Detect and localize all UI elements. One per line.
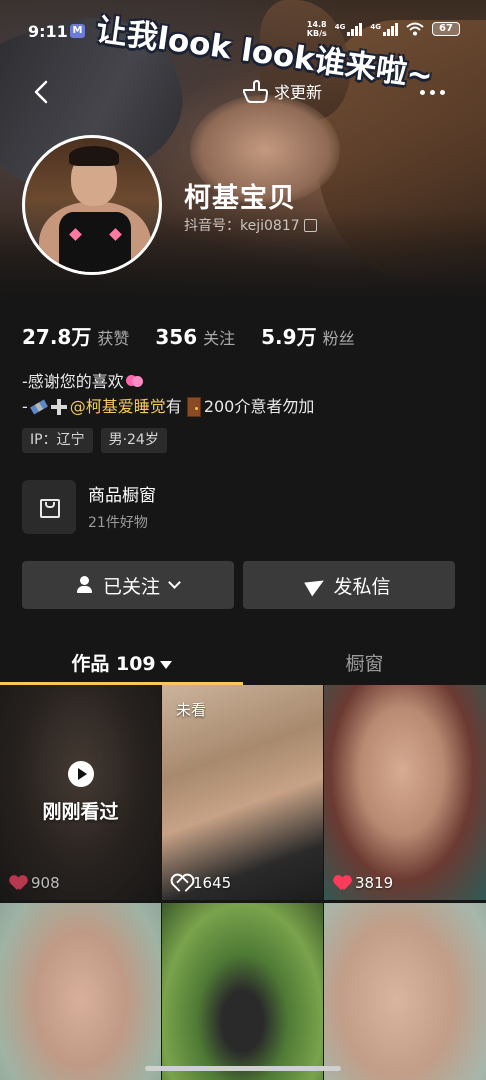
stat-label: 关注: [203, 329, 236, 348]
user-icon: [76, 576, 95, 594]
thumbnail-image: [324, 685, 486, 900]
stat-label: 粉丝: [322, 329, 355, 348]
thumbnail-image: [324, 903, 486, 1080]
shop-subtitle: 21件好物: [88, 514, 148, 531]
bio-text: 200介意者勿加: [203, 397, 315, 416]
chevron-left-icon: [34, 80, 48, 104]
signal-icon-1: 4G: [334, 22, 363, 36]
status-indicators: 14.8 KB/s 4G 4G 67: [307, 20, 460, 38]
status-time: 9:11: [28, 22, 68, 41]
video-thumbnail[interactable]: [324, 903, 486, 1080]
bio-line-1: -感谢您的喜欢: [22, 369, 314, 394]
stat-label: 获赞: [97, 329, 130, 348]
avatar-hair: [69, 146, 119, 166]
stat-likes[interactable]: 27.8万 获赞: [22, 321, 129, 350]
back-button[interactable]: [28, 78, 56, 106]
like-count: 1645: [172, 874, 231, 892]
request-update-label: 求更新: [274, 83, 323, 102]
profile-card: 27.8万 获赞 356 关注 5.9万 粉丝 -感谢您的喜欢 - @柯基爱睡觉…: [0, 297, 486, 1080]
bio-text: 有: [165, 397, 182, 416]
request-update-button[interactable]: 求更新: [240, 76, 322, 106]
video-grid: 刚刚看过 908 未看 1645 3819: [0, 685, 486, 1080]
followed-label: 已关注: [102, 575, 160, 598]
plus-icon: [50, 398, 68, 416]
bio: -感谢您的喜欢 - @柯基爱睡觉 有 200介意者勿加: [22, 369, 314, 419]
mention-link[interactable]: @柯基爱睡觉: [70, 394, 166, 419]
net-speed-value: 14.8: [306, 20, 327, 29]
douyin-id-text: 抖音号：keji0817: [184, 218, 300, 234]
more-dot-icon: [420, 89, 425, 95]
home-indicator[interactable]: [145, 1066, 341, 1071]
just-watched-overlay: 刚刚看过: [0, 761, 161, 824]
status-bar: 9:11 M 14.8 KB/s 4G 4G 67: [0, 0, 486, 41]
video-thumbnail[interactable]: 3819: [324, 685, 486, 900]
ip-location-tag: IP：辽宁: [22, 428, 93, 453]
tab-works-label: 作品 109: [71, 653, 156, 675]
more-dot-icon: [440, 89, 445, 95]
chevron-down-icon: [168, 576, 181, 589]
more-dot-icon: [430, 89, 435, 95]
followed-button[interactable]: 已关注: [22, 561, 234, 609]
triangle-down-icon: [159, 660, 172, 669]
stat-value: 356: [155, 325, 198, 349]
video-thumbnail[interactable]: 未看 1645: [162, 685, 323, 900]
gender-age-tag: 男·24岁: [100, 428, 167, 453]
stat-following[interactable]: 356 关注: [155, 325, 235, 349]
thumbnail-image: [162, 903, 323, 1080]
more-options-button[interactable]: [420, 82, 460, 102]
avatar-tank-top: [59, 212, 131, 272]
signal-1-label: 4G: [334, 22, 346, 31]
bio-line-2: - @柯基爱睡觉 有 200介意者勿加: [22, 394, 314, 419]
send-message-button[interactable]: 发私信: [243, 561, 455, 609]
tab-works[interactable]: 作品 109: [0, 639, 243, 685]
douyin-id[interactable]: 抖音号：keji0817: [184, 215, 317, 235]
play-icon: [67, 761, 94, 787]
copy-icon[interactable]: [303, 218, 317, 232]
product-showcase-entry[interactable]: 商品橱窗 21件好物: [22, 480, 156, 534]
stat-value: 5.9万: [261, 325, 317, 349]
battery-icon: 67: [432, 22, 460, 36]
stat-followers[interactable]: 5.9万 粉丝: [261, 321, 354, 350]
just-watched-label: 刚刚看过: [42, 801, 119, 823]
bio-text: -感谢您的喜欢: [22, 372, 124, 391]
satellite-icon: [29, 398, 49, 416]
door-icon: [186, 396, 201, 417]
thumbnail-image: [0, 903, 161, 1080]
shop-text: 商品橱窗 21件好物: [88, 483, 156, 532]
profile-stats: 27.8万 获赞 356 关注 5.9万 粉丝: [22, 321, 355, 350]
send-message-label: 发私信: [333, 575, 391, 598]
net-speed: 14.8 KB/s: [307, 20, 327, 38]
send-icon: [304, 573, 329, 597]
pointing-hand-icon: [243, 80, 268, 103]
signal-2-label: 4G: [370, 22, 381, 31]
two-hearts-icon: [125, 373, 145, 391]
like-count-value: 1645: [193, 874, 232, 892]
bio-text: -: [22, 397, 28, 416]
shopping-bag-icon: [22, 480, 76, 534]
heart-icon: [334, 876, 351, 891]
avatar[interactable]: [22, 135, 162, 275]
content-tabs: 作品 109 橱窗: [0, 639, 486, 685]
video-thumbnail[interactable]: 刚刚看过 908: [0, 685, 161, 900]
signal-icon-2: 4G: [370, 22, 398, 36]
video-thumbnail[interactable]: [162, 903, 323, 1080]
heart-icon: [10, 876, 27, 891]
unseen-label: 未看: [176, 701, 207, 719]
profile-name: 柯基宝贝: [184, 183, 296, 214]
heart-outline-icon: [172, 876, 189, 891]
like-count-value: 908: [31, 874, 60, 892]
stat-value: 27.8万: [22, 325, 92, 349]
like-count: 908: [10, 874, 60, 892]
profile-tags: IP：辽宁 男·24岁: [22, 428, 167, 453]
video-thumbnail[interactable]: [0, 903, 161, 1080]
net-speed-unit: KB/s: [306, 29, 327, 38]
like-count: 3819: [334, 874, 393, 892]
like-count-value: 3819: [355, 874, 394, 892]
mail-app-icon: M: [70, 24, 85, 38]
wifi-icon: [406, 22, 424, 36]
shop-title: 商品橱窗: [88, 485, 156, 506]
tab-showcase-label: 橱窗: [345, 653, 384, 675]
action-buttons: 已关注 发私信: [22, 561, 455, 609]
tab-showcase[interactable]: 橱窗: [243, 639, 486, 685]
